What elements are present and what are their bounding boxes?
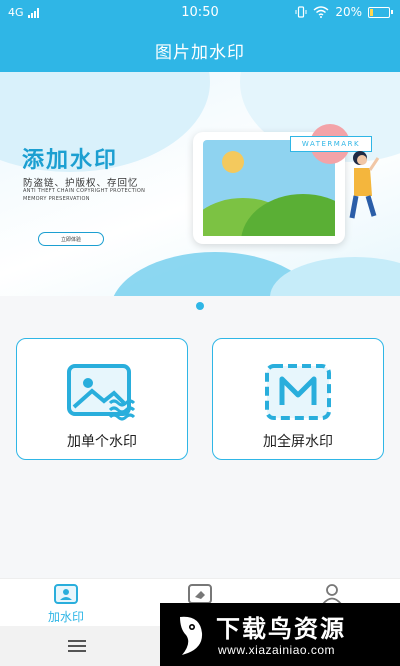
battery-percent: 20% xyxy=(335,5,362,19)
image-wave-icon xyxy=(66,363,138,425)
try-now-button[interactable]: 立即体验 xyxy=(38,232,104,246)
battery-icon xyxy=(368,6,393,18)
promo-banner[interactable]: 添加水印 防盗链、护版权、存回忆 ANTI THEFT CHAIN COPYRI… xyxy=(0,72,400,296)
banner-en-line: ANTI THEFT CHAIN COPYRIGHT PROTECTION xyxy=(23,188,146,194)
tab-profile[interactable] xyxy=(292,583,372,605)
page-title: 图片加水印 xyxy=(0,28,400,72)
tab-label: 加水印 xyxy=(47,610,84,624)
wifi-icon xyxy=(313,6,329,18)
banner-subtitle: 防盗链、护版权、存回忆 xyxy=(23,178,139,189)
user-card-icon xyxy=(54,584,78,604)
banner-blob xyxy=(270,257,400,296)
watermark-title: 下载鸟资源 xyxy=(216,615,346,643)
tab-add-watermark[interactable]: 加水印 xyxy=(26,583,106,625)
watermark-url: www.xiazainiao.com xyxy=(218,643,336,657)
eraser-icon xyxy=(188,584,212,604)
fullscreen-watermark-label: 加全屏水印 xyxy=(263,434,333,450)
site-watermark-overlay: 下载鸟资源 www.xiazainiao.com xyxy=(160,603,400,666)
single-watermark-label: 加单个水印 xyxy=(67,434,137,450)
carousel-indicator xyxy=(0,302,400,310)
status-right: 20% xyxy=(295,5,393,19)
banner-title: 添加水印 xyxy=(22,148,119,173)
banner-en-line: MEMORY PRESERVATION xyxy=(23,196,90,202)
menu-icon[interactable] xyxy=(68,640,86,655)
vibrate-icon xyxy=(295,6,307,18)
battery-fill xyxy=(370,8,374,16)
fullscreen-watermark-card[interactable]: 加全屏水印 xyxy=(212,338,384,460)
carousel-dot-active[interactable] xyxy=(196,302,204,310)
girl-illustration-icon xyxy=(349,151,380,219)
status-bar: 4G 10:50 20% xyxy=(0,0,400,28)
dashed-m-icon xyxy=(264,363,332,425)
single-watermark-card[interactable]: 加单个水印 xyxy=(16,338,188,460)
bird-logo-icon xyxy=(180,616,203,655)
tab-eraser[interactable] xyxy=(160,583,240,605)
profile-icon xyxy=(322,584,342,605)
